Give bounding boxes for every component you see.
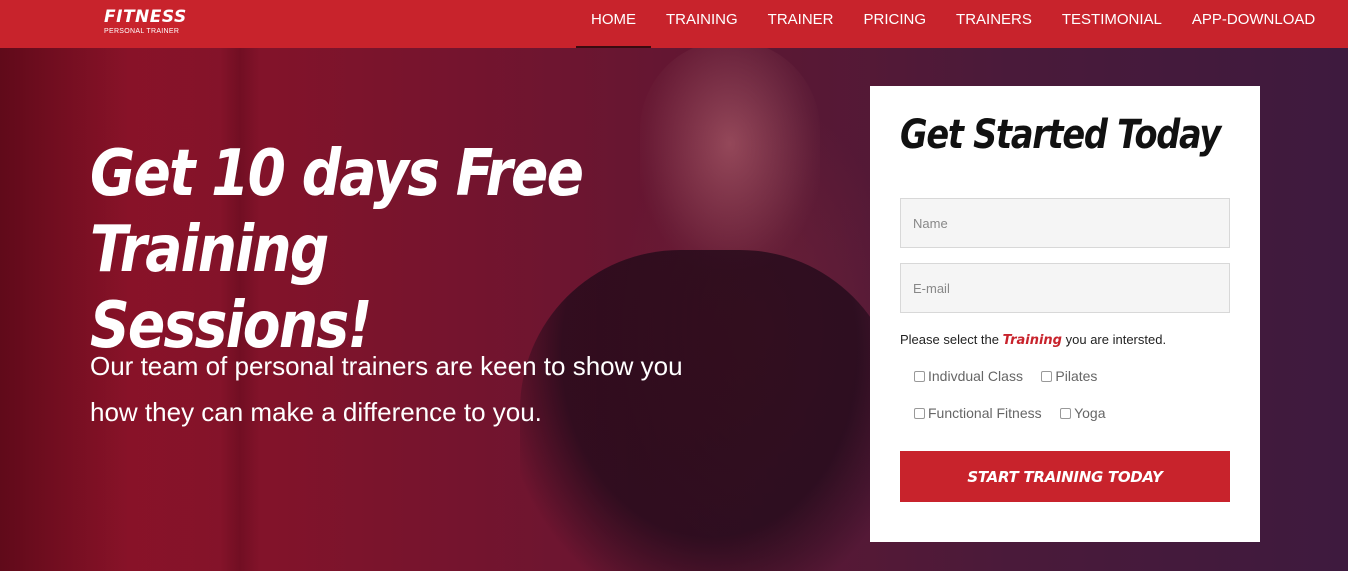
hero-subtext-line2: how they can make a difference to you.	[90, 397, 542, 427]
top-navbar: FITNESS PERSONAL TRAINER HOME TRAINING T…	[0, 0, 1348, 48]
nav-item-training[interactable]: TRAINING	[651, 0, 753, 48]
prompt-after: you are intersted.	[1065, 332, 1167, 347]
start-training-button[interactable]: START TRAINING TODAY	[900, 451, 1230, 502]
checkbox-functional-fitness[interactable]	[914, 407, 925, 419]
prompt-before: Please select the	[900, 332, 1000, 347]
brand-subtitle: PERSONAL TRAINER	[104, 28, 180, 35]
option-label: Indivdual Class	[928, 368, 1023, 384]
brand-title: FITNESS	[104, 7, 187, 27]
training-options-row1: Indivdual Class Pilates	[914, 368, 1214, 387]
main-nav: HOME TRAINING TRAINER PRICING TRAINERS T…	[576, 0, 1330, 48]
brand-logo[interactable]: FITNESS PERSONAL TRAINER	[104, 8, 187, 36]
option-label: Functional Fitness	[928, 405, 1042, 421]
checkbox-individual-class[interactable]	[914, 370, 925, 382]
hero-trainer-head	[640, 40, 820, 270]
checkbox-pilates[interactable]	[1041, 370, 1053, 382]
nav-item-home[interactable]: HOME	[576, 0, 651, 48]
nav-item-trainers[interactable]: TRAINERS	[941, 0, 1047, 48]
option-yoga[interactable]: Yoga	[1060, 405, 1105, 421]
hero-headline-line1: Get 10 days Free	[90, 137, 584, 211]
hero-headline: Get 10 days Free Training Sessions!	[90, 136, 623, 364]
email-input[interactable]	[900, 263, 1230, 313]
option-functional-fitness[interactable]: Functional Fitness	[914, 405, 1042, 421]
name-input[interactable]	[900, 198, 1230, 248]
hero-subtext-line1: Our team of personal trainers are keen t…	[90, 351, 683, 381]
nav-item-testimonial[interactable]: TESTIMONIAL	[1047, 0, 1177, 48]
nav-item-trainer[interactable]: TRAINER	[753, 0, 849, 48]
option-label: Pilates	[1055, 368, 1098, 384]
option-label: Yoga	[1074, 405, 1106, 421]
prompt-highlight: Training	[1002, 333, 1062, 348]
hero-subtext: Our team of personal trainers are keen t…	[90, 343, 690, 435]
form-title: Get Started Today	[900, 112, 1221, 158]
signup-form-card: Get Started Today Please select the Trai…	[870, 86, 1260, 542]
option-individual-class[interactable]: Indivdual Class	[914, 368, 1023, 384]
hero-headline-line2: Training Sessions!	[90, 213, 372, 363]
training-options-row2: Functional Fitness Yoga	[914, 405, 1214, 424]
nav-item-app-download[interactable]: APP-DOWNLOAD	[1177, 0, 1330, 48]
checkbox-yoga[interactable]	[1060, 407, 1072, 419]
option-pilates[interactable]: Pilates	[1041, 368, 1097, 384]
training-prompt: Please select the Training you are inter…	[900, 332, 1166, 348]
nav-item-pricing[interactable]: PRICING	[849, 0, 942, 48]
